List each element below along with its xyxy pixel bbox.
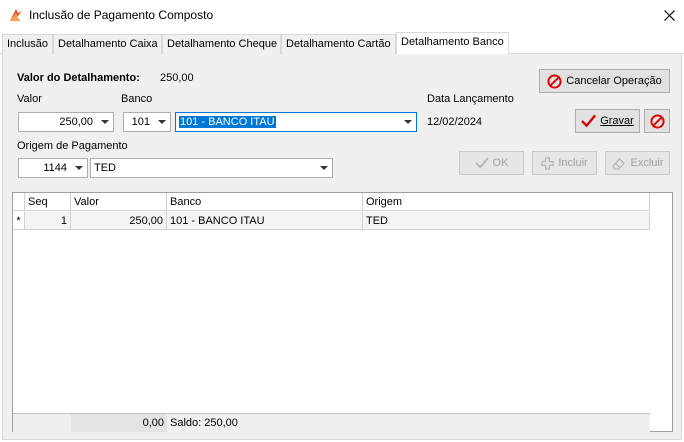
chevron-down-icon [75,166,83,170]
grid-header-banco[interactable]: Banco [167,193,363,211]
grid-header-seq[interactable]: Seq [25,193,71,211]
excluir-button[interactable]: Excluir [605,151,670,175]
grid-footer-total: 0,00 [71,413,167,432]
valor-detalhamento-value: 250,00 [160,72,194,84]
grid-cell-seq[interactable]: 1 [25,212,71,230]
ok-button[interactable]: OK [459,151,524,175]
banco-code-dropdown[interactable]: 101 [123,112,171,132]
origem-name-dropdown[interactable]: TED [90,158,333,178]
cancelar-operacao-button[interactable]: Cancelar Operação [539,69,670,93]
origem-pagamento-label: Origem de Pagamento [17,140,128,152]
plus-icon [541,156,554,170]
grid-indicator-header [13,193,25,211]
check-icon [474,157,489,169]
eraser-icon [612,157,626,170]
cancel-icon [649,113,665,129]
tab-detalhamento-caixa[interactable]: Detalhamento Caixa [53,34,162,54]
chevron-down-icon [101,120,109,124]
grid-header-origem[interactable]: Origem [363,193,650,211]
valor-label: Valor [17,93,42,105]
title-bar: Inclusão de Pagamento Composto [0,0,684,31]
window-title: Inclusão de Pagamento Composto [29,8,214,22]
data-lancamento-label: Data Lançamento [427,93,514,105]
origem-code-dropdown[interactable]: 1144 [18,158,88,178]
valor-dropdown[interactable]: 250,00 [18,112,114,132]
close-icon [663,10,675,21]
tab-bar: Inclusão Detalhamento Caixa Detalhamento… [0,32,684,55]
check-icon [581,114,597,128]
cancel-record-button[interactable] [644,109,670,133]
grid-footer-saldo: Saldo: 250,00 [167,413,650,432]
grid-header-valor[interactable]: Valor [71,193,167,211]
grid-cell-valor[interactable]: 250,00 [71,212,167,230]
tab-inclusao[interactable]: Inclusão [2,34,53,54]
grid-footer-blank [13,413,71,432]
grid-cell-banco[interactable]: 101 - BANCO ITAU [167,212,363,230]
tab-detalhamento-banco[interactable]: Detalhamento Banco [396,32,509,55]
incluir-button[interactable]: Incluir [532,151,597,175]
data-lancamento-value: 12/02/2024 [427,116,483,128]
chevron-down-icon [320,166,328,170]
row-marker: * [13,212,25,230]
tab-detalhamento-cartao[interactable]: Detalhamento Cartão [281,34,396,54]
banco-label: Banco [121,93,153,105]
grid-cell-origem[interactable]: TED [363,212,650,230]
chevron-down-icon [158,120,166,124]
gravar-button[interactable]: Gravar [575,109,640,133]
detalhamento-grid[interactable]: Seq Valor Banco Origem * 1 250,00 101 - … [12,192,673,432]
detalhamento-banco-panel: Valor do Detalhamento: 250,00 Cancelar O… [2,54,682,440]
banco-name-dropdown[interactable]: 101 - BANCO ITAU [175,112,417,132]
chevron-down-icon [404,120,412,124]
valor-detalhamento-label: Valor do Detalhamento: [17,72,140,84]
tab-detalhamento-cheque[interactable]: Detalhamento Cheque [162,34,281,54]
close-button[interactable] [654,0,684,31]
app-logo-icon [10,9,22,21]
cancel-icon [547,73,562,89]
